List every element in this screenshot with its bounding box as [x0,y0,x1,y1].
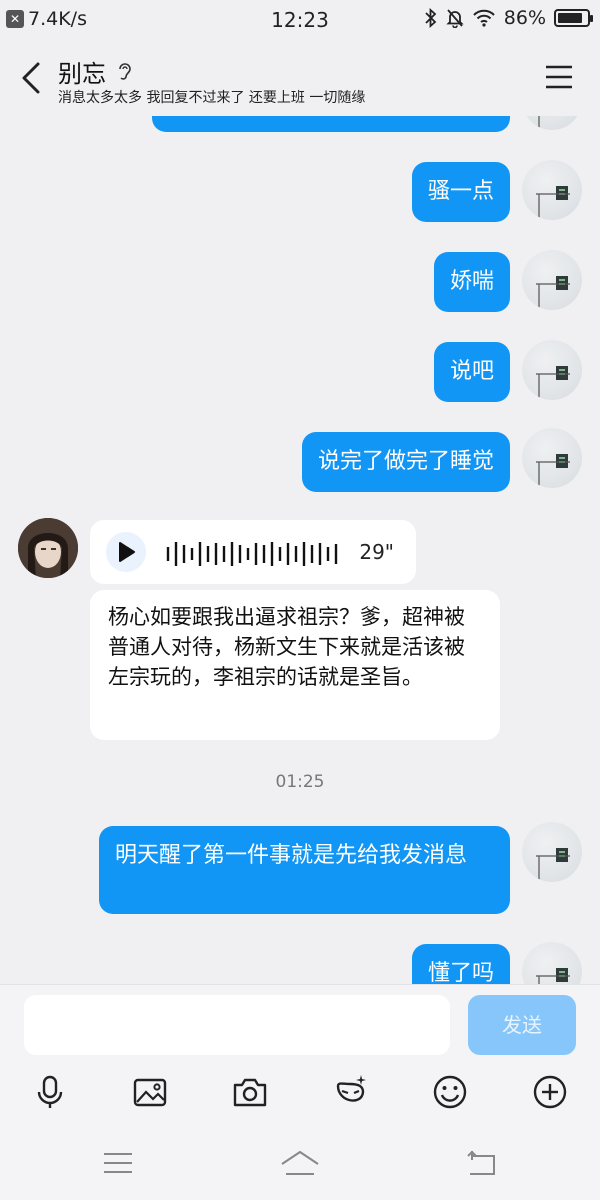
message-bubble[interactable]: 懂了吗 [411,944,510,984]
voice-waveform [166,542,338,566]
message-bubble[interactable]: 说吧 [433,342,510,402]
chat-title: 别忘 [58,60,106,88]
menu-icon[interactable] [544,64,574,90]
play-button[interactable] [106,532,146,572]
message-text: 杨心如要跟我出逼求祖宗？爹，超神被普通人对待，杨新文生下来就是活该被左宗玩的，李… [108,605,465,689]
contact-avatar[interactable] [18,518,78,578]
battery-icon [554,9,593,27]
battery-fill [558,13,582,23]
message-input[interactable] [24,995,450,1055]
chat-header: 别忘 消息太多太多 我回复不过来了 还要上班 一切随缘 [0,40,600,116]
message-text: 骚一点 [427,179,494,204]
my-avatar[interactable] [522,822,582,882]
plus-icon[interactable] [530,1072,570,1112]
ear-icon [119,62,131,80]
play-icon [119,542,135,562]
message-text: 明天醒了第一件事就是先给我发消息 [115,843,468,868]
send-button[interactable]: 发送 [468,995,576,1055]
message-bubble-partial[interactable] [152,116,510,132]
message-bubble[interactable]: 说完了做完了睡觉 [301,432,510,492]
home-icon[interactable] [278,1148,322,1178]
voice-duration: 29" [359,540,394,564]
status-bar: ✕ 7.4K/s 12:23 86% [0,0,600,40]
back-arrow-icon[interactable] [14,58,50,98]
camera-icon[interactable] [230,1072,270,1112]
my-avatar[interactable] [522,160,582,220]
message-text: 懂了吗 [427,961,494,984]
sticker-icon[interactable] [330,1072,370,1112]
image-icon[interactable] [130,1072,170,1112]
my-avatar[interactable] [522,250,582,310]
recent-apps-icon[interactable] [96,1148,140,1178]
message-bubble[interactable]: 杨心如要跟我出逼求祖宗？爹，超神被普通人对待，杨新文生下来就是活该被左宗玩的，李… [90,590,500,740]
message-bubble[interactable]: 明天醒了第一件事就是先给我发消息 [99,826,510,914]
mic-icon[interactable] [30,1072,70,1112]
my-avatar[interactable] [522,942,582,984]
emoji-icon[interactable] [430,1072,470,1112]
back-nav-icon[interactable] [460,1148,504,1178]
message-bubble[interactable]: 娇喘 [433,252,510,312]
title-row[interactable]: 别忘 [58,54,134,89]
message-list[interactable]: 骚一点 娇喘 说吧 说完了做完了睡觉 29" 杨心如要跟我出逼求祖宗？爹，超神被… [0,116,600,984]
input-bar: 发送 [0,984,600,1062]
chat-subtitle: 消息太多太多 我回复不过来了 还要上班 一切随缘 [58,90,366,106]
wifi-icon [473,9,495,27]
message-text: 说完了做完了睡觉 [317,449,494,474]
status-right: 86% [424,7,593,29]
message-bubble[interactable]: 骚一点 [411,162,510,222]
message-text: 娇喘 [449,269,494,294]
system-nav-bar [0,1126,600,1200]
timestamp: 01:25 [275,772,325,792]
mute-bell-icon [446,9,464,28]
bluetooth-icon [425,8,437,28]
message-text: 说吧 [449,359,494,384]
my-avatar[interactable] [522,428,582,488]
battery-percent: 86% [503,7,546,29]
voice-message[interactable]: 29" [90,520,416,584]
my-avatar[interactable] [522,340,582,400]
input-toolbar [0,1062,600,1126]
my-avatar[interactable] [522,116,582,130]
